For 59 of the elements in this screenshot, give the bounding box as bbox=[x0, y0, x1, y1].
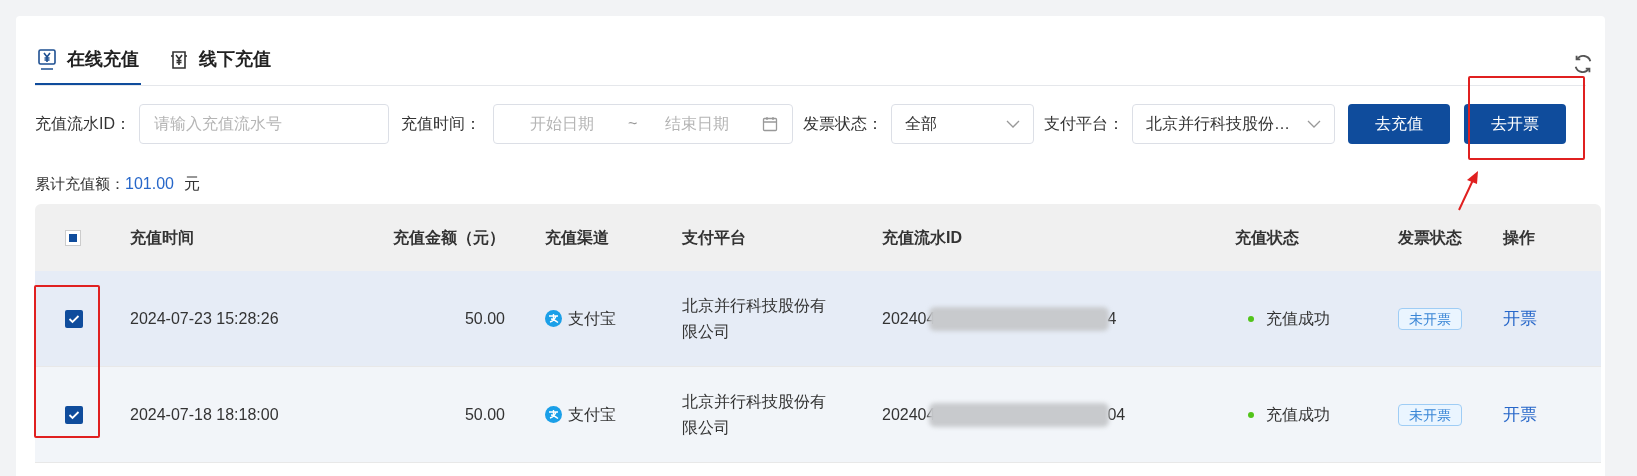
checkbox[interactable] bbox=[65, 309, 83, 328]
transaction-id-end: 4 bbox=[1107, 308, 1117, 329]
alipay-icon bbox=[545, 406, 562, 423]
end-date-placeholder: 结束日期 bbox=[665, 114, 731, 134]
dropdown-select[interactable]: 北京并行科技股份… bbox=[1132, 104, 1335, 144]
table-cell-text: 50.00 bbox=[463, 308, 506, 329]
table-cell-text: 北京并行科技股份有限公司 bbox=[682, 391, 827, 438]
total-amount: 101.00 bbox=[125, 174, 174, 194]
total-label: 累计充值额： bbox=[35, 173, 125, 194]
table-row[interactable]: 2024-07-23 15:28:26 50.00 支付宝 北京并行科技股份有限公司 202404 4 充值成功 未开票 开票 bbox=[35, 271, 1601, 367]
column-header: 发票状态 bbox=[1398, 227, 1463, 248]
tab[interactable]: 在线充值 bbox=[35, 46, 141, 85]
column-header: 充值流水ID bbox=[882, 227, 963, 248]
transaction-id-start: 202404 bbox=[882, 404, 936, 425]
table-cell-text: 2024-07-23 15:28:26 bbox=[130, 308, 280, 329]
indeterminate-mark bbox=[69, 233, 77, 242]
invoice-status-tag: 未开票 bbox=[1398, 307, 1462, 330]
channel-name: 支付宝 bbox=[568, 404, 616, 425]
action-button[interactable]: 去开票 bbox=[1464, 104, 1566, 144]
chevron-down-icon bbox=[1307, 120, 1321, 128]
range-separator: ~ bbox=[628, 114, 638, 134]
filter-label: 支付平台： bbox=[1044, 114, 1124, 134]
column-header: 充值金额（元） bbox=[392, 227, 506, 248]
table-cell-text: 2024-07-18 18:18:00 bbox=[130, 404, 280, 425]
calendar-icon bbox=[762, 116, 778, 132]
yuan-receipt-icon bbox=[169, 49, 189, 70]
yuan-monitor-icon bbox=[37, 48, 57, 71]
invoice-link[interactable]: 开票 bbox=[1503, 308, 1537, 328]
channel-name: 支付宝 bbox=[568, 308, 616, 329]
checkmark-icon bbox=[68, 409, 80, 420]
table-cell-text: 50.00 bbox=[463, 404, 506, 425]
currency-unit: 元 bbox=[183, 174, 200, 194]
start-date-placeholder: 开始日期 bbox=[530, 114, 595, 134]
chevron-down-icon bbox=[1006, 120, 1020, 128]
column-header: 充值时间 bbox=[130, 227, 195, 248]
transaction-id-start: 202404 bbox=[882, 308, 936, 329]
table-row[interactable]: 2024-07-18 18:18:00 50.00 支付宝 北京并行科技股份有限公司 202404 04 充值成功 未开票 开票 bbox=[35, 367, 1601, 463]
status-text: 充值成功 bbox=[1266, 308, 1330, 329]
column-header: 充值渠道 bbox=[545, 227, 610, 248]
id-input-field[interactable]: 请输入充值流水号 bbox=[139, 104, 389, 144]
dropdown-select[interactable]: 全部 bbox=[891, 104, 1034, 144]
column-header: 操作 bbox=[1503, 227, 1536, 248]
column-header: 支付平台 bbox=[682, 227, 747, 248]
status-text: 充值成功 bbox=[1266, 404, 1330, 425]
action-button[interactable]: 去充值 bbox=[1348, 104, 1450, 144]
table-cell-text: 北京并行科技股份有限公司 bbox=[682, 295, 827, 342]
checkbox[interactable] bbox=[65, 229, 81, 246]
column-header: 充值状态 bbox=[1235, 227, 1300, 248]
filter-label: 充值流水ID： bbox=[35, 114, 131, 134]
filter-label: 充值时间： bbox=[401, 114, 481, 134]
filter-label: 发票状态： bbox=[803, 114, 883, 134]
invoice-status-tag: 未开票 bbox=[1398, 403, 1462, 426]
transaction-id-end: 04 bbox=[1107, 404, 1126, 425]
invoice-link[interactable]: 开票 bbox=[1503, 404, 1537, 424]
tab[interactable]: 线下充值 bbox=[167, 46, 273, 85]
refresh-icon[interactable] bbox=[1572, 53, 1594, 75]
alipay-icon bbox=[545, 310, 562, 327]
checkbox[interactable] bbox=[65, 405, 83, 424]
checkmark-icon bbox=[68, 313, 80, 324]
